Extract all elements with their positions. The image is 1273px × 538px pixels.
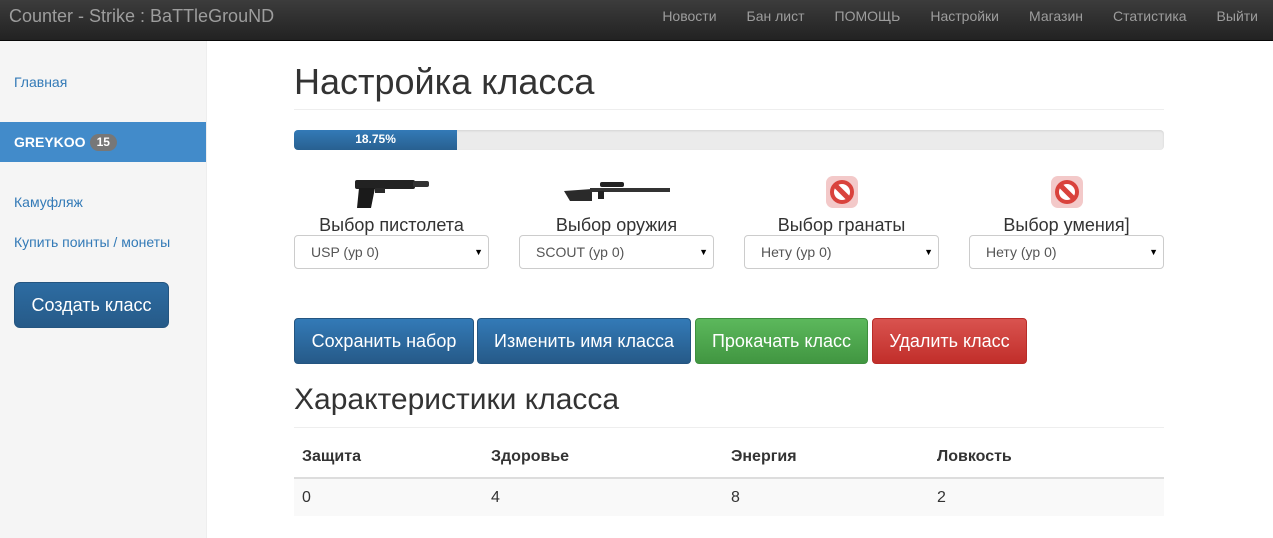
col-energy: Энергия xyxy=(723,437,929,479)
weapon-select[interactable]: SCOUT (ур 0) ▼ xyxy=(519,235,714,269)
sniper-rifle-icon xyxy=(519,169,714,215)
nav-help[interactable]: ПОМОЩЬ xyxy=(820,0,916,40)
weapon-select-value: SCOUT (ур 0) xyxy=(536,244,625,260)
brand-title[interactable]: Counter - Strike : BaTTleGrouND xyxy=(9,6,274,27)
sidebar-user-name: GREYKOO xyxy=(14,134,86,150)
save-loadout-button[interactable]: Сохранить набор xyxy=(294,318,474,364)
col-agility: Ловкость xyxy=(929,437,1164,479)
grenade-select-value: Нету (ур 0) xyxy=(761,244,832,260)
sidebar-item-home[interactable]: Главная xyxy=(14,74,67,90)
sidebar-item-user[interactable]: GREYKOO 15 xyxy=(0,122,206,162)
slot-pistol-label: Выбор пистолета xyxy=(319,215,464,235)
nav-shop[interactable]: Магазин xyxy=(1014,0,1098,40)
title-divider xyxy=(294,109,1164,110)
upgrade-class-button[interactable]: Прокачать класс xyxy=(695,318,868,364)
skill-select[interactable]: Нету (ур 0) ▼ xyxy=(969,235,1164,269)
top-navbar: Counter - Strike : BaTTleGrouND Новости … xyxy=(0,0,1273,41)
slot-weapon: Выбор оружия SCOUT (ур 0) ▼ xyxy=(519,169,714,269)
forbidden-icon xyxy=(744,169,939,215)
nav-banlist[interactable]: Бан лист xyxy=(732,0,820,40)
chevron-down-icon: ▼ xyxy=(924,247,933,257)
rename-class-button[interactable]: Изменить имя класса xyxy=(477,318,691,364)
defense-value: 0 xyxy=(294,478,483,516)
pistol-select[interactable]: USP (ур 0) ▼ xyxy=(294,235,489,269)
page-title: Настройка класса xyxy=(294,61,595,102)
table-row: 0 4 8 2 xyxy=(294,478,1164,516)
class-progress: 18.75% xyxy=(294,130,1164,150)
skill-select-value: Нету (ур 0) xyxy=(986,244,1057,260)
grenade-select[interactable]: Нету (ур 0) ▼ xyxy=(744,235,939,269)
nav-links: Новости Бан лист ПОМОЩЬ Настройки Магази… xyxy=(647,0,1273,40)
sidebar-item-buy[interactable]: Купить поинты / монеты xyxy=(14,234,170,250)
pistol-icon xyxy=(294,169,489,215)
nav-settings[interactable]: Настройки xyxy=(915,0,1014,40)
stats-heading: Характеристики класса xyxy=(294,383,620,416)
sidebar: Главная GREYKOO 15 Камуфляж Купить поинты… xyxy=(0,41,207,538)
nav-logout[interactable]: Выйти xyxy=(1202,0,1273,40)
col-defense: Защита xyxy=(294,437,483,479)
create-class-button[interactable]: Создать класс xyxy=(14,282,169,328)
stats-divider xyxy=(294,427,1164,428)
chevron-down-icon: ▼ xyxy=(699,247,708,257)
slot-grenade-label: Выбор гранаты xyxy=(777,215,906,235)
col-health: Здоровье xyxy=(483,437,723,479)
nav-news[interactable]: Новости xyxy=(647,0,731,40)
nav-stats[interactable]: Статистика xyxy=(1098,0,1202,40)
chevron-down-icon: ▼ xyxy=(474,247,483,257)
forbidden-icon xyxy=(969,169,1164,215)
slot-weapon-label: Выбор оружия xyxy=(555,215,678,235)
slot-skill: Выбор умения] Нету (ур 0) ▼ xyxy=(969,169,1164,269)
agility-value: 2 xyxy=(929,478,1164,516)
chevron-down-icon: ▼ xyxy=(1149,247,1158,257)
progress-bar: 18.75% xyxy=(294,130,458,150)
slot-skill-label: Выбор умения] xyxy=(1003,215,1130,235)
slot-grenade: Выбор гранаты Нету (ур 0) ▼ xyxy=(744,169,939,269)
pistol-select-value: USP (ур 0) xyxy=(311,244,380,260)
slot-pistol: Выбор пистолета USP (ур 0) ▼ xyxy=(294,169,489,269)
energy-value: 8 xyxy=(723,478,929,516)
stats-table: Защита Здоровье Энергия Ловкость 0 4 8 2 xyxy=(294,437,1164,516)
sidebar-item-camo[interactable]: Камуфляж xyxy=(14,194,83,210)
delete-class-button[interactable]: Удалить класс xyxy=(872,318,1027,364)
table-header-row: Защита Здоровье Энергия Ловкость xyxy=(294,437,1164,479)
user-level-badge: 15 xyxy=(89,134,117,151)
health-value: 4 xyxy=(483,478,723,516)
